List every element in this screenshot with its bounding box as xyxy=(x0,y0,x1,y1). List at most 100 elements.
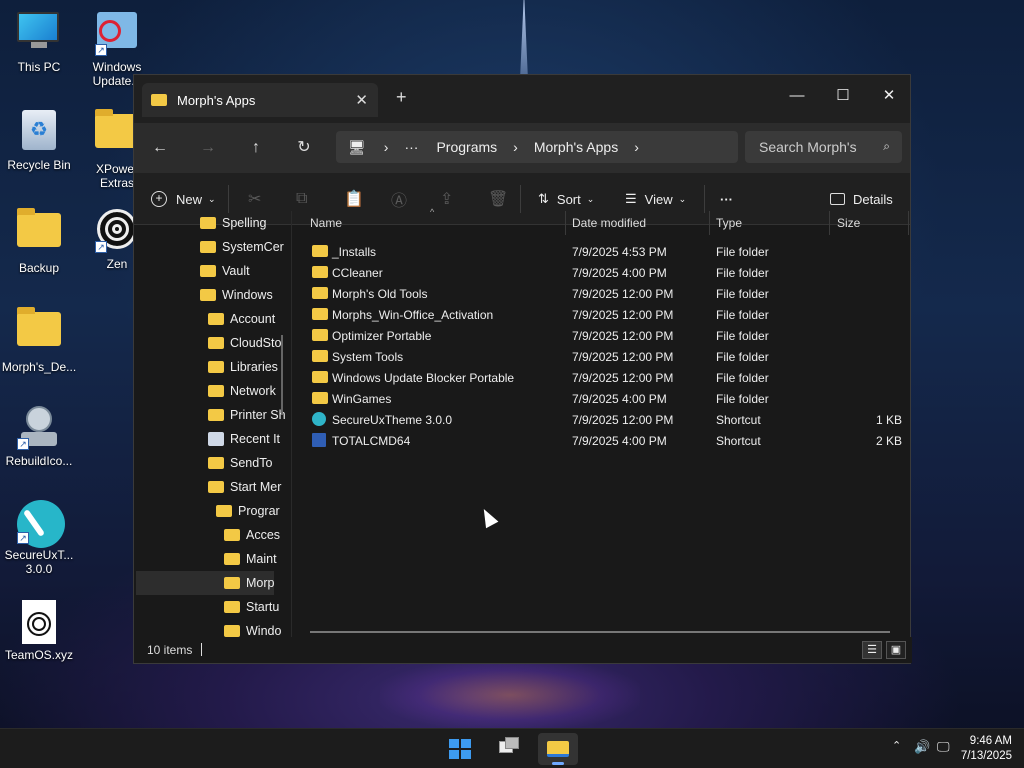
rename-button[interactable]: Ⓐ xyxy=(391,187,407,211)
nav-item[interactable]: Startu xyxy=(224,595,279,619)
file-row[interactable]: SecureUxTheme 3.0.0 7/9/2025 12:00 PM Shor… xyxy=(292,409,912,430)
nav-item-label: Acces xyxy=(246,528,281,542)
nav-item[interactable]: Acces xyxy=(224,523,280,547)
breadcrumb-more[interactable]: ··· xyxy=(404,139,418,155)
nav-item[interactable]: Account xyxy=(208,307,275,331)
horizontal-scrollbar[interactable] xyxy=(310,631,890,633)
search-icon: ⌕ xyxy=(883,139,890,153)
search-input[interactable]: Search Morph's ⌕ xyxy=(745,131,902,163)
start-button[interactable] xyxy=(440,733,480,765)
up-button[interactable]: ↑ xyxy=(243,135,269,161)
desktop-icon-secureuxtheme[interactable]: ↗ SecureUxT... 3.0.0 xyxy=(0,500,78,576)
chevron-right-icon[interactable]: › xyxy=(513,139,518,155)
file-row[interactable]: Morph's Old Tools 7/9/2025 12:00 PM File f… xyxy=(292,283,912,304)
view-button[interactable]: ☰ View ⌄ xyxy=(625,187,686,211)
column-divider[interactable] xyxy=(565,211,566,235)
maximize-button[interactable]: ☐ xyxy=(820,81,866,111)
copy-button[interactable]: ⧉ xyxy=(296,187,307,211)
desktop-icon-recycle-bin[interactable]: ♻ Recycle Bin xyxy=(0,108,78,172)
file-row[interactable]: _Installs 7/9/2025 4:53 PM File folder xyxy=(292,241,912,262)
sort-indicator-icon: ^ xyxy=(430,207,435,217)
details-view-button[interactable]: ☰ xyxy=(862,641,882,659)
address-bar[interactable]: 🖥 › ··· Programs › Morph's Apps › xyxy=(336,131,738,163)
nav-item[interactable]: Libraries xyxy=(208,355,278,379)
nav-scrollbar[interactable] xyxy=(281,335,283,415)
chevron-up-icon[interactable]: ⌃ xyxy=(892,739,901,752)
computer-icon[interactable]: 🖥 xyxy=(348,139,366,156)
nav-item[interactable]: SendTo xyxy=(208,451,272,475)
file-row[interactable]: CCleaner 7/9/2025 4:00 PM File folder xyxy=(292,262,912,283)
file-row[interactable]: TOTALCMD64 7/9/2025 4:00 PM Shortcut 2 KB xyxy=(292,430,912,451)
column-divider[interactable] xyxy=(829,211,830,235)
delete-button[interactable]: 🗑 xyxy=(488,187,508,211)
column-header-type[interactable]: Type xyxy=(716,216,742,230)
nav-item[interactable]: Windows xyxy=(200,283,273,307)
more-options-button[interactable]: ··· xyxy=(720,187,733,211)
share-button[interactable]: ⇪ xyxy=(440,187,453,211)
file-row[interactable]: Morphs_Win-Office_Activation 7/9/2025 12:… xyxy=(292,304,912,325)
nav-item[interactable]: SystemCer xyxy=(200,235,284,259)
desktop-icon-rebuildicon[interactable]: ↗ RebuildIco... xyxy=(0,404,78,468)
brush-icon: ↗ xyxy=(17,500,65,548)
volume-icon[interactable]: 🔊 xyxy=(914,739,930,755)
tiles-view-button[interactable]: ▣ xyxy=(886,641,906,659)
nav-item[interactable]: Network xyxy=(208,379,276,403)
nav-item[interactable]: Spelling xyxy=(200,211,266,235)
new-tab-button[interactable]: + xyxy=(396,87,407,108)
nav-item[interactable]: Printer Sh xyxy=(208,403,286,427)
breadcrumb-morphs-apps[interactable]: Morph's Apps xyxy=(534,139,618,155)
folder-icon xyxy=(151,94,167,106)
file-size: 1 KB xyxy=(875,413,902,427)
desktop-icon-teamos[interactable]: TeamOS.xyz xyxy=(0,600,78,662)
nav-item-label: SystemCer xyxy=(222,240,284,254)
cut-button[interactable]: ✂ xyxy=(248,187,261,211)
file-name: Optimizer Portable xyxy=(332,329,432,343)
column-divider[interactable] xyxy=(908,211,909,235)
chevron-right-icon[interactable]: › xyxy=(634,139,639,155)
file-type: File folder xyxy=(716,308,769,322)
file-explorer-taskbar-button[interactable] xyxy=(538,733,578,765)
tab-close-icon[interactable]: ✕ xyxy=(355,91,368,109)
task-view-button[interactable] xyxy=(489,733,529,765)
nav-item-label: Morp xyxy=(246,576,275,590)
paste-button[interactable]: 📋 xyxy=(344,187,364,211)
file-row[interactable]: WinGames 7/9/2025 4:00 PM File folder xyxy=(292,388,912,409)
refresh-button[interactable]: ↻ xyxy=(291,135,317,161)
nav-item[interactable]: Recent It xyxy=(208,427,280,451)
close-window-button[interactable]: ✕ xyxy=(866,81,912,111)
folder-icon xyxy=(224,553,240,565)
nav-item[interactable]: Vault xyxy=(200,259,250,283)
chevron-right-icon[interactable]: › xyxy=(384,139,389,155)
nav-item[interactable]: Windo xyxy=(224,619,281,639)
tab-morphs-apps[interactable]: Morph's Apps ✕ xyxy=(142,83,378,117)
forward-button[interactable]: → xyxy=(195,135,221,161)
nav-item[interactable]: Maint xyxy=(224,547,277,571)
breadcrumb-programs[interactable]: Programs xyxy=(436,139,497,155)
file-row[interactable]: Windows Update Blocker Portable 7/9/2025 … xyxy=(292,367,912,388)
nav-item-selected[interactable]: Morp xyxy=(224,571,274,595)
column-header-size[interactable]: Size xyxy=(837,216,860,230)
nav-item[interactable]: Start Mer xyxy=(208,475,281,499)
file-size: 2 KB xyxy=(875,434,902,448)
sort-button[interactable]: ⇅ Sort ⌄ xyxy=(538,187,594,211)
clock[interactable]: 9:46 AM 7/13/2025 xyxy=(961,734,1012,764)
nav-item-label: Account xyxy=(230,312,276,326)
network-icon[interactable]: 🖵 xyxy=(937,739,950,755)
file-row[interactable]: Optimizer Portable 7/9/2025 12:00 PM File … xyxy=(292,325,912,346)
minimize-button[interactable]: — xyxy=(774,81,820,111)
new-button[interactable]: + New ⌄ xyxy=(151,187,216,211)
column-divider[interactable] xyxy=(709,211,710,235)
desktop-icon-backup[interactable]: Backup xyxy=(0,207,78,275)
sort-icon: ⇅ xyxy=(538,191,549,206)
column-header-date[interactable]: Date modified xyxy=(572,216,646,230)
nav-item[interactable]: Prograr xyxy=(216,499,280,523)
details-button[interactable]: Details xyxy=(830,187,893,211)
desktop-icon-morphs-de[interactable]: Morph's_De... xyxy=(0,306,78,374)
nav-item-label: Recent It xyxy=(230,432,281,446)
back-button[interactable]: ← xyxy=(147,135,173,161)
column-header-name[interactable]: Name xyxy=(310,216,342,230)
file-row[interactable]: System Tools 7/9/2025 12:00 PM File folder xyxy=(292,346,912,367)
nav-item[interactable]: CloudSto xyxy=(208,331,281,355)
robot-icon: ↗ xyxy=(17,406,61,450)
desktop-icon-this-pc[interactable]: This PC xyxy=(0,10,78,74)
